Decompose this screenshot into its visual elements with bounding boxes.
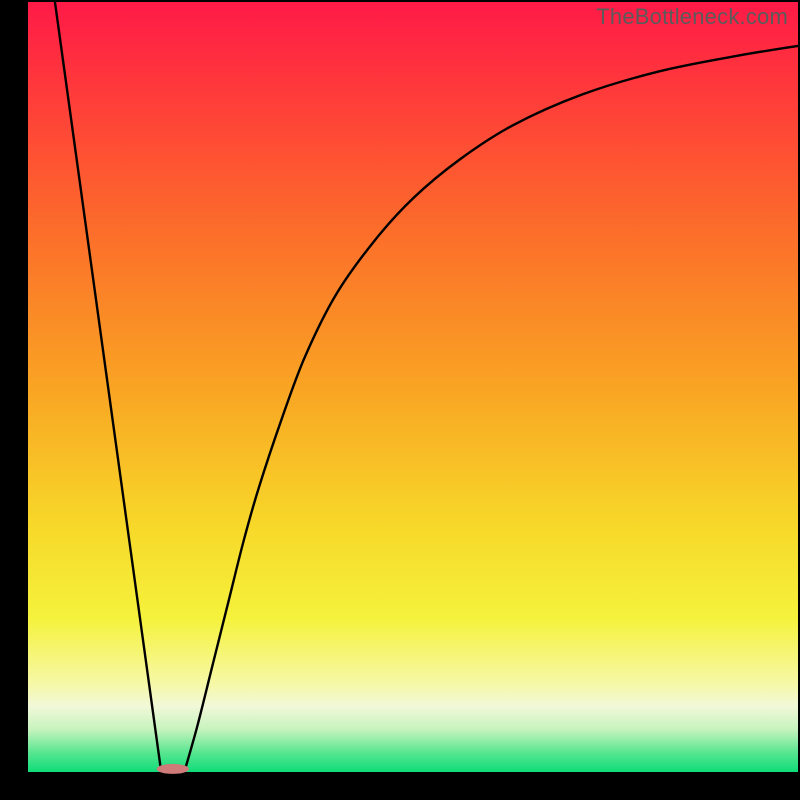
chart-canvas xyxy=(0,0,800,800)
chart-frame: TheBottleneck.com xyxy=(0,0,800,800)
watermark-text: TheBottleneck.com xyxy=(596,4,788,30)
minimum-marker xyxy=(157,764,189,774)
plot-background xyxy=(28,2,798,772)
